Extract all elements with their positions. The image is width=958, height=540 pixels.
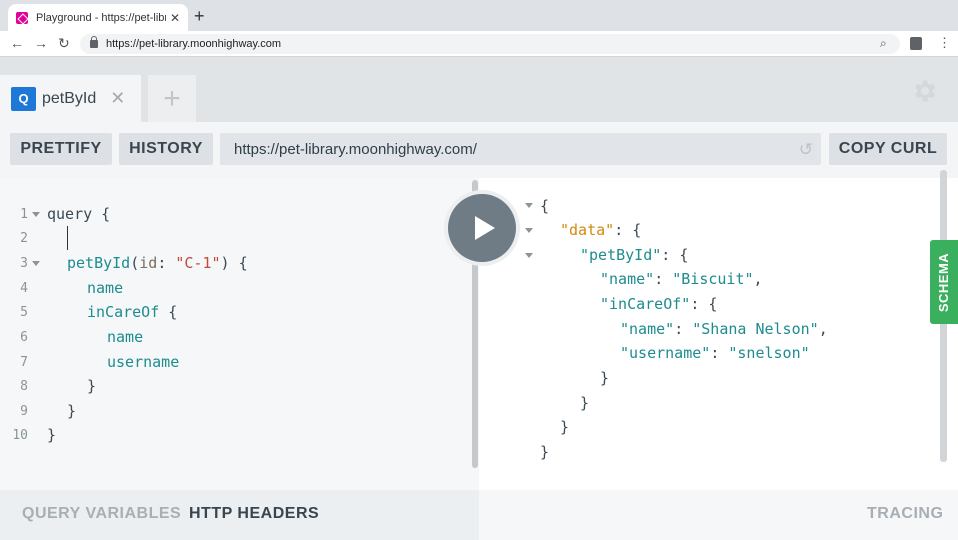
close-tab-icon[interactable]: ✕ xyxy=(170,11,180,25)
browser-menu-icon[interactable]: ⋮ xyxy=(938,35,951,51)
line-number: 7 xyxy=(20,354,28,370)
history-button[interactable]: HISTORY xyxy=(119,133,213,165)
add-tab-button[interactable]: + xyxy=(148,75,196,122)
reload-button[interactable]: ↻ xyxy=(58,35,70,51)
text-cursor xyxy=(67,226,68,250)
settings-gear-icon[interactable] xyxy=(910,77,938,105)
editor-line: 5 inCareOf { xyxy=(0,300,479,324)
editor-line: 10 } xyxy=(0,423,479,447)
address-bar: ← → ↻ https://pet-library.moonhighway.co… xyxy=(0,31,958,57)
play-icon xyxy=(474,216,495,240)
code-text: } xyxy=(87,377,97,395)
result-line: } xyxy=(600,369,610,387)
schema-label: SCHEMA xyxy=(936,252,952,312)
line-number: 10 xyxy=(12,427,28,443)
line-number: 8 xyxy=(20,378,28,394)
code-text: } xyxy=(67,402,77,420)
forward-button[interactable]: → xyxy=(34,35,48,51)
code-text: username xyxy=(107,353,180,371)
fold-toggle-icon[interactable] xyxy=(525,228,533,233)
query-tab-petbyid[interactable]: Q petById ✕ xyxy=(0,75,141,122)
line-number: 4 xyxy=(20,280,28,296)
result-line: { xyxy=(540,197,550,215)
reload-schema-icon[interactable]: ↺ xyxy=(799,140,813,160)
bottom-panel-left: QUERY VARIABLES HTTP HEADERS xyxy=(0,490,479,540)
extension-icon[interactable] xyxy=(910,37,922,50)
url-text: https://pet-library.moonhighway.com xyxy=(106,38,282,50)
tracing-tab[interactable]: TRACING xyxy=(867,505,943,523)
code-text: } xyxy=(47,426,57,444)
result-line: "petById": { xyxy=(580,246,689,264)
result-line: } xyxy=(540,443,550,461)
editor-line: 1 query { xyxy=(0,202,479,226)
playground-tab-bar: Q petById ✕ + xyxy=(0,57,958,122)
browser-tab-strip: Playground - https://pet-library. ✕ + xyxy=(0,0,958,31)
result-line: "name": "Biscuit", xyxy=(600,270,763,288)
result-pane: { "data": { "petById": { "name": "Biscui… xyxy=(479,178,958,490)
query-tab-name: petById xyxy=(42,89,97,107)
schema-tab[interactable]: SCHEMA xyxy=(930,240,958,324)
endpoint-url: https://pet-library.moonhighway.com/ xyxy=(234,140,477,158)
code-text: query { xyxy=(47,205,111,223)
copy-curl-button[interactable]: COPY CURL xyxy=(829,133,947,165)
close-query-tab-icon[interactable]: ✕ xyxy=(110,88,125,109)
query-badge: Q xyxy=(11,86,36,111)
fold-toggle-icon[interactable] xyxy=(32,261,40,266)
playground-toolbar: PRETTIFY HISTORY https://pet-library.moo… xyxy=(0,122,958,178)
back-button[interactable]: ← xyxy=(10,35,24,51)
line-number: 3 xyxy=(20,255,28,271)
graphql-favicon-icon xyxy=(16,11,28,24)
editor-line: 6 name xyxy=(0,325,479,349)
result-line: "username": "snelson" xyxy=(620,344,810,362)
editor-line: 4 name xyxy=(0,276,479,300)
fold-toggle-icon[interactable] xyxy=(32,212,40,217)
code-text: name xyxy=(87,279,124,297)
query-editor[interactable]: 1 query { 2 3 petById(id: "C-1") { 4 nam… xyxy=(0,178,479,490)
code-text: petById(id: "C-1") { xyxy=(67,254,248,272)
editor-line: 9 } xyxy=(0,399,479,423)
result-line: "inCareOf": { xyxy=(600,295,718,313)
run-query-button[interactable] xyxy=(444,190,520,266)
line-number: 5 xyxy=(20,304,28,320)
endpoint-input[interactable]: https://pet-library.moonhighway.com/ ↺ xyxy=(220,133,821,165)
browser-tab-title: Playground - https://pet-library. xyxy=(36,11,166,24)
query-variables-tab[interactable]: QUERY VARIABLES xyxy=(22,505,181,523)
http-headers-tab[interactable]: HTTP HEADERS xyxy=(189,505,319,523)
lock-icon xyxy=(90,36,98,48)
editor-line: 3 petById(id: "C-1") { xyxy=(0,251,479,275)
code-text: inCareOf { xyxy=(87,303,178,321)
prettify-button[interactable]: PRETTIFY xyxy=(10,133,112,165)
result-line: "name": "Shana Nelson", xyxy=(620,320,828,338)
line-number: 6 xyxy=(20,329,28,345)
result-line: } xyxy=(580,394,590,412)
bottom-panel-right: TRACING xyxy=(479,490,958,540)
run-button-circle xyxy=(448,194,516,262)
line-number: 2 xyxy=(20,230,28,246)
zoom-icon[interactable]: ⌕ xyxy=(880,36,887,51)
editor-line: 7 username xyxy=(0,350,479,374)
fold-toggle-icon[interactable] xyxy=(525,253,533,258)
editor-line: 2 xyxy=(0,226,479,250)
line-number: 9 xyxy=(20,403,28,419)
new-tab-button[interactable]: + xyxy=(194,6,205,26)
url-input[interactable]: https://pet-library.moonhighway.com xyxy=(80,34,900,54)
browser-tab[interactable]: Playground - https://pet-library. ✕ xyxy=(8,4,188,31)
editor-line: 8 } xyxy=(0,374,479,398)
fold-toggle-icon[interactable] xyxy=(525,203,533,208)
code-text: name xyxy=(107,328,144,346)
line-number: 1 xyxy=(20,206,28,222)
result-line: } xyxy=(560,418,570,436)
result-line: "data": { xyxy=(560,221,642,239)
